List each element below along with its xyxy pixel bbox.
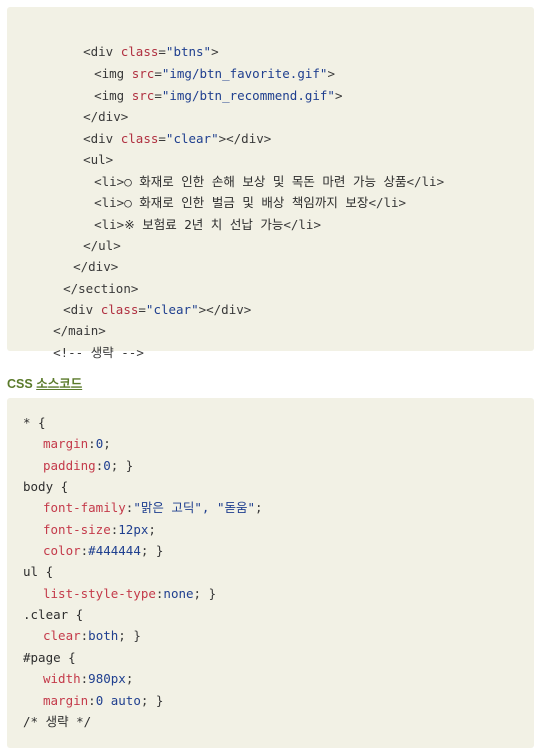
css-selector: body {	[23, 479, 69, 494]
code-tag: >	[334, 88, 343, 103]
code-line: </main>	[23, 298, 106, 338]
css-selector: #page {	[23, 650, 76, 665]
html-code-block: <div class="btns"> <img src="img/btn_fav…	[7, 7, 534, 360]
css-comment: /* 생략 */	[23, 714, 92, 729]
css-source-heading: CSS 소스코드	[7, 373, 82, 392]
code-line: </section>	[33, 256, 138, 296]
css-selector-line: body {	[23, 476, 68, 498]
css-property: list-style-type	[43, 586, 156, 601]
css-selector-line: ul {	[23, 561, 53, 583]
code-tag: </li>	[283, 217, 321, 232]
css-heading-underlined: 소스코드	[36, 377, 83, 391]
css-comment-line: /* 생략 */	[23, 711, 91, 733]
css-code-block: * { margin:0; padding:0; } body { font-f…	[7, 398, 534, 748]
css-declaration: width:980px;	[43, 671, 134, 686]
css-declaration: clear:both; }	[43, 628, 141, 643]
code-line: <img src="img/btn_favorite.gif">	[64, 41, 335, 81]
css-property: font-size	[43, 522, 111, 537]
css-property: margin	[43, 436, 89, 451]
css-declaration: margin:0 auto; }	[43, 693, 164, 708]
code-line: <ul>	[53, 127, 113, 167]
css-value: "맑은 고딕", "돋움"	[133, 500, 256, 515]
css-value: 980px	[88, 671, 126, 686]
css-value: none	[163, 586, 194, 601]
css-property: margin	[43, 693, 89, 708]
code-line: <li>○ 화재로 인한 손해 보상 및 목돈 마련 가능 상품</li>	[64, 149, 444, 189]
code-text: ※ 보험료 2년 치 선납 가능	[124, 217, 284, 232]
css-value: #444444	[88, 543, 141, 558]
css-property: width	[43, 671, 81, 686]
code-tag: ></div>	[218, 131, 272, 146]
code-line: </div>	[43, 234, 118, 274]
code-comment: <!-- 생략 -->	[53, 345, 144, 360]
code-attr: class	[120, 131, 159, 146]
code-line: <div class="clear"></div>	[33, 277, 251, 317]
css-value: 0	[103, 458, 111, 473]
css-selector: .clear {	[23, 607, 84, 622]
css-value: 0 auto	[95, 693, 141, 708]
code-string: "clear"	[145, 302, 199, 317]
css-value: both	[88, 628, 119, 643]
css-property: padding	[43, 458, 96, 473]
css-declaration: font-family:"맑은 고딕", "돋움";	[43, 500, 263, 515]
code-string: "clear"	[165, 131, 219, 146]
code-attr: class	[100, 302, 139, 317]
code-punct: =	[138, 302, 146, 317]
css-heading-prefix: CSS	[7, 377, 37, 391]
css-property: font-family	[43, 500, 126, 515]
css-value: 12px	[118, 522, 149, 537]
code-line: <li>※ 보험료 2년 치 선납 가능</li>	[64, 192, 321, 232]
css-declaration: list-style-type:none; }	[43, 586, 217, 601]
code-tag: </li>	[406, 174, 445, 189]
css-property: color	[43, 543, 81, 558]
css-selector: * {	[23, 415, 46, 430]
css-declaration: margin:0;	[43, 436, 111, 451]
css-declaration: font-size:12px;	[43, 522, 156, 537]
code-line: <img src="img/btn_recommend.gif">	[64, 63, 342, 103]
css-property: clear	[43, 628, 81, 643]
code-string: "img/btn_recommend.gif"	[161, 88, 335, 103]
code-line: <li>○ 화재로 인한 벌금 및 배상 책임까지 보장</li>	[64, 170, 406, 210]
code-line: <div class="btns">	[53, 19, 219, 59]
css-selector: ul {	[23, 564, 54, 579]
code-attr: src	[131, 88, 155, 103]
code-punct: =	[158, 131, 166, 146]
css-declaration: color:#444444; }	[43, 543, 164, 558]
code-line: </ul>	[53, 213, 121, 253]
css-selector-line: * {	[23, 412, 46, 434]
code-tag: ></div>	[198, 302, 252, 317]
code-punct: =	[154, 88, 162, 103]
code-line: <div class="clear"></div>	[53, 106, 271, 146]
code-line: <!-- 생략 -->	[23, 320, 144, 360]
css-selector-line: #page {	[23, 647, 76, 669]
code-line: </div>	[53, 84, 128, 124]
code-tag: </li>	[368, 195, 407, 210]
css-selector-line: .clear {	[23, 604, 83, 626]
css-declaration: padding:0; }	[43, 458, 134, 473]
